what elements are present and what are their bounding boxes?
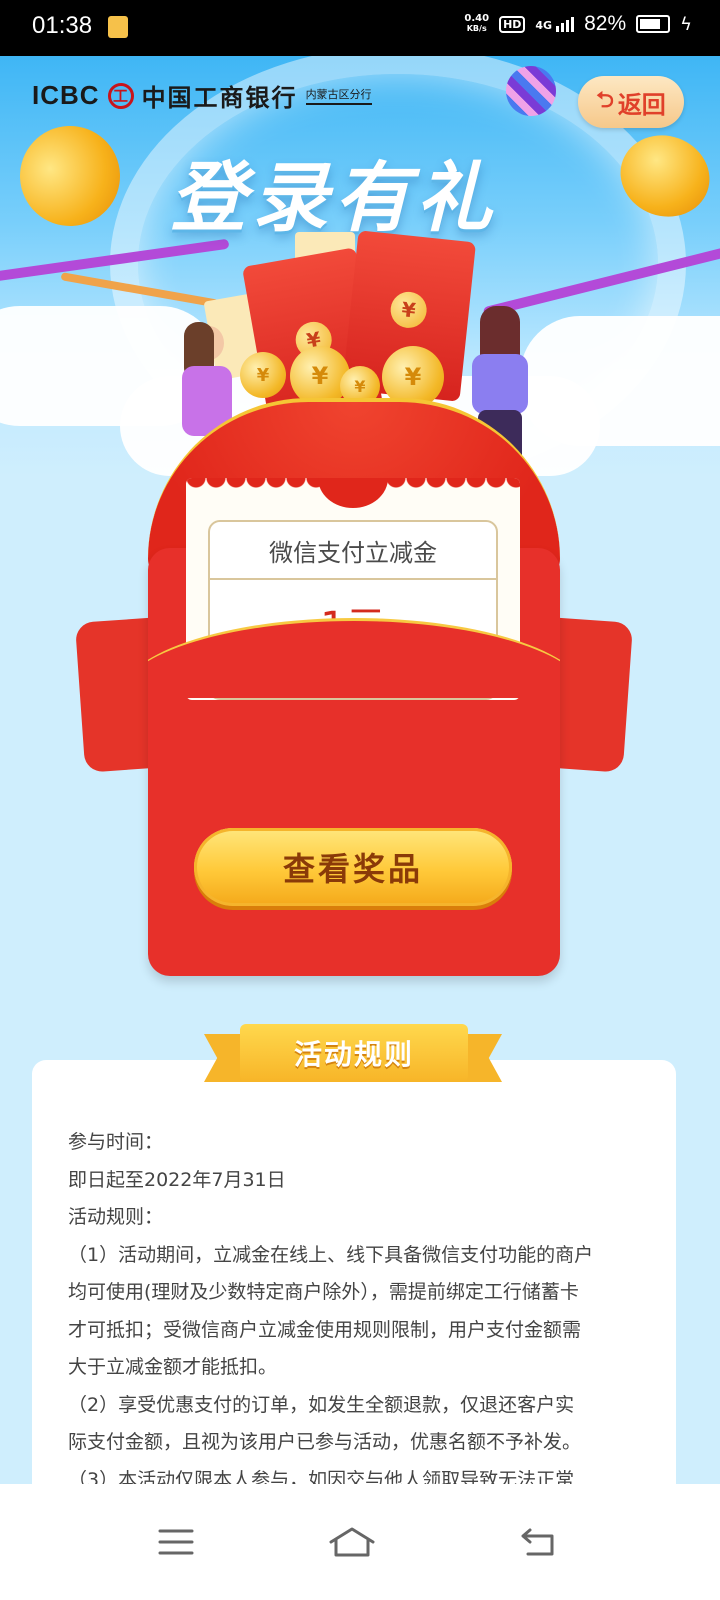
rules-line: 均可使用(理财及少数特定商户除外），需提前绑定工行储蓄卡 bbox=[68, 1281, 579, 1303]
hero-title: 登录有礼 bbox=[170, 153, 498, 242]
status-bar: 01:38 0.40 KB/s HD 4G 82% ϟ bbox=[0, 0, 720, 56]
network-speed-unit: KB/s bbox=[466, 24, 487, 33]
back-arrow-icon: ⮌ bbox=[596, 88, 614, 113]
network-speed: 0.40 KB/s bbox=[464, 14, 489, 34]
rules-line: 参与时间： bbox=[68, 1131, 164, 1153]
network-type: 4G bbox=[535, 18, 553, 32]
envelope-pocket bbox=[148, 618, 560, 698]
rules-line: 才可抵扣；受微信商户立减金使用规则限制，用户支付金额需 bbox=[68, 1318, 582, 1341]
icbc-mark-icon: 工 bbox=[107, 82, 134, 109]
status-time: 01:38 bbox=[32, 12, 93, 39]
status-indicators: 0.40 KB/s HD 4G 82% ϟ bbox=[464, 12, 692, 36]
system-nav-bar bbox=[0, 1484, 720, 1600]
battery-icon bbox=[636, 15, 671, 33]
rules-title: 活动规则 bbox=[240, 1024, 468, 1082]
rules-line: 即日起至2022年7月31日 bbox=[68, 1168, 286, 1191]
charging-icon: ϟ bbox=[680, 13, 692, 35]
reward-name: 微信支付立减金 bbox=[210, 522, 496, 580]
home-icon[interactable] bbox=[322, 1512, 382, 1572]
view-prize-button[interactable]: 查看奖品 bbox=[194, 828, 512, 906]
decor-coin: ¥ bbox=[240, 352, 286, 398]
card-notch bbox=[318, 478, 388, 508]
rules-line: （2）享受优惠支付的订单，如发生全额退款，仅退还客户实 bbox=[68, 1393, 575, 1416]
battery-percent: 82% bbox=[584, 12, 627, 35]
signal-icon: 4G bbox=[535, 16, 575, 32]
rules-title-banner: 活动规则 bbox=[204, 1024, 502, 1086]
hd-icon: HD bbox=[499, 15, 526, 33]
rules-line: 际支付金额，且视为该用户已参与活动，优惠名额不予补发。 bbox=[68, 1431, 582, 1453]
decor-ball bbox=[506, 66, 556, 116]
notification-app-icon bbox=[108, 16, 128, 38]
menu-icon[interactable] bbox=[146, 1512, 206, 1572]
bank-logo: ICBC 工 中国工商银行 内蒙古区分行 bbox=[32, 78, 372, 113]
rules-line: 大于立减金额才能抵扣。 bbox=[68, 1356, 278, 1378]
rules-text: 参与时间： 即日起至2022年7月31日 活动规则： （1）活动期间，立减金在线… bbox=[68, 1124, 648, 1499]
logo-cn: 中国工商银行 bbox=[141, 84, 298, 112]
back-button[interactable]: ⮌ 返回 bbox=[578, 76, 684, 128]
decor-coin: ¥ bbox=[290, 346, 350, 406]
rules-line: 活动规则： bbox=[68, 1206, 164, 1228]
back-button-label: 返回 bbox=[617, 90, 666, 119]
rules-line: （1）活动期间，立减金在线上、线下具备微信支付功能的商户 bbox=[68, 1243, 594, 1266]
back-icon[interactable] bbox=[508, 1512, 568, 1572]
logo-en: ICBC bbox=[32, 80, 100, 110]
logo-branch: 内蒙古区分行 bbox=[305, 86, 372, 105]
network-speed-value: 0.40 bbox=[464, 13, 490, 24]
